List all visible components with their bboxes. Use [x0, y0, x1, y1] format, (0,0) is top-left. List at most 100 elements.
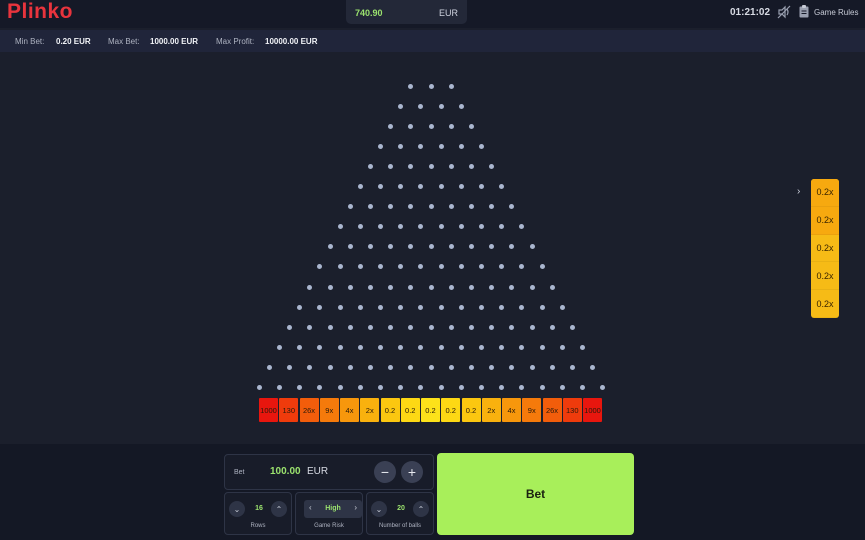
- multiplier-slot: 130: [279, 398, 299, 422]
- balls-label: Number of balls: [378, 523, 422, 529]
- peg: [408, 163, 414, 169]
- peg: [388, 244, 394, 250]
- peg: [428, 324, 434, 330]
- peg: [337, 385, 343, 390]
- peg: [539, 344, 545, 350]
- peg: [458, 184, 464, 189]
- peg: [378, 344, 383, 350]
- peg: [519, 344, 525, 350]
- max-bet-label: Max Bet:: [108, 37, 140, 46]
- peg: [428, 244, 434, 250]
- peg: [367, 284, 373, 290]
- peg: [448, 364, 454, 370]
- peg: [398, 103, 404, 109]
- peg: [438, 184, 444, 189]
- peg: [519, 385, 525, 390]
- peg: [418, 264, 424, 270]
- peg: [297, 304, 303, 310]
- multiplier-slot: 2x: [360, 398, 380, 422]
- risk-selector: ‹ High › Game Risk: [295, 492, 363, 535]
- history-item: 0.2x: [811, 235, 839, 263]
- top-bar: Plinko 740.90 EUR 01:21:02 Game Rules: [0, 0, 865, 28]
- peg: [357, 385, 363, 390]
- peg: [479, 344, 484, 350]
- peg: [418, 304, 424, 310]
- risk-toggle[interactable]: ‹ High ›: [304, 500, 362, 518]
- chevron-down-icon: ⌄: [375, 504, 383, 514]
- peg: [519, 304, 525, 310]
- rows-decrease-button[interactable]: ⌄: [229, 501, 245, 517]
- peg: [398, 385, 404, 390]
- bet-button[interactable]: Bet: [437, 453, 634, 535]
- history-item: 0.2x: [811, 262, 839, 291]
- chevron-right-icon: ›: [797, 186, 801, 197]
- peg: [539, 385, 545, 390]
- peg: [479, 224, 484, 230]
- peg: [458, 344, 464, 350]
- balls-decrease-button[interactable]: ⌄: [371, 501, 387, 517]
- peg: [448, 123, 454, 129]
- peg: [438, 385, 444, 390]
- multiplier-slot: 130: [562, 398, 582, 422]
- risk-label: Game Risk: [314, 523, 344, 529]
- chevron-down-icon: ⌄: [233, 504, 241, 514]
- game-rules-link[interactable]: Game Rules: [814, 8, 858, 17]
- peg: [509, 244, 515, 250]
- peg: [519, 264, 525, 270]
- peg: [468, 204, 474, 210]
- peg: [489, 204, 495, 210]
- min-bet-value: 0.20 EUR: [56, 37, 91, 46]
- peg: [549, 324, 555, 330]
- chevron-right-icon[interactable]: ›: [354, 503, 357, 512]
- peg: [569, 364, 575, 370]
- bet-amount-input[interactable]: 100.00: [270, 466, 301, 477]
- peg: [438, 143, 444, 149]
- peg: [398, 143, 404, 149]
- peg: [388, 284, 394, 290]
- peg: [509, 324, 515, 330]
- increase-bet-button[interactable]: +: [401, 461, 423, 483]
- peg: [448, 204, 454, 210]
- peg: [307, 364, 313, 370]
- peg: [549, 284, 555, 290]
- peg: [307, 284, 313, 290]
- peg: [428, 163, 434, 169]
- peg: [357, 304, 363, 310]
- chevron-up-icon: ⌃: [417, 504, 425, 514]
- peg: [418, 344, 424, 350]
- peg: [549, 364, 555, 370]
- peg: [357, 264, 363, 270]
- sound-off-icon[interactable]: [777, 5, 791, 19]
- rows-value: 16: [255, 505, 263, 512]
- peg: [367, 324, 373, 330]
- peg: [479, 184, 484, 189]
- peg: [590, 364, 596, 370]
- peg: [468, 364, 474, 370]
- peg: [489, 364, 495, 370]
- bet-amount-box: Bet 100.00 EUR − +: [224, 454, 434, 490]
- clipboard-icon[interactable]: [799, 5, 809, 18]
- peg: [529, 324, 535, 330]
- bet-currency: EUR: [307, 466, 329, 477]
- peg: [479, 264, 484, 270]
- peg: [509, 364, 515, 370]
- peg: [519, 224, 525, 230]
- peg: [367, 204, 373, 210]
- peg: [468, 244, 474, 250]
- multiplier-slot: 2x: [481, 398, 501, 422]
- balls-increase-button[interactable]: ⌃: [413, 501, 429, 517]
- rows-increase-button[interactable]: ⌃: [271, 501, 287, 517]
- peg: [468, 324, 474, 330]
- peg: [489, 284, 495, 290]
- peg: [398, 264, 404, 270]
- multiplier-slot: 26x: [299, 398, 319, 422]
- peg: [408, 364, 414, 370]
- peg: [559, 385, 565, 390]
- peg: [448, 83, 454, 89]
- peg: [438, 264, 444, 270]
- history-item: 0.2x: [811, 206, 839, 235]
- decrease-bet-button[interactable]: −: [374, 461, 396, 483]
- peg: [277, 385, 282, 390]
- peg: [408, 324, 414, 330]
- max-profit-label: Max Profit:: [216, 37, 255, 46]
